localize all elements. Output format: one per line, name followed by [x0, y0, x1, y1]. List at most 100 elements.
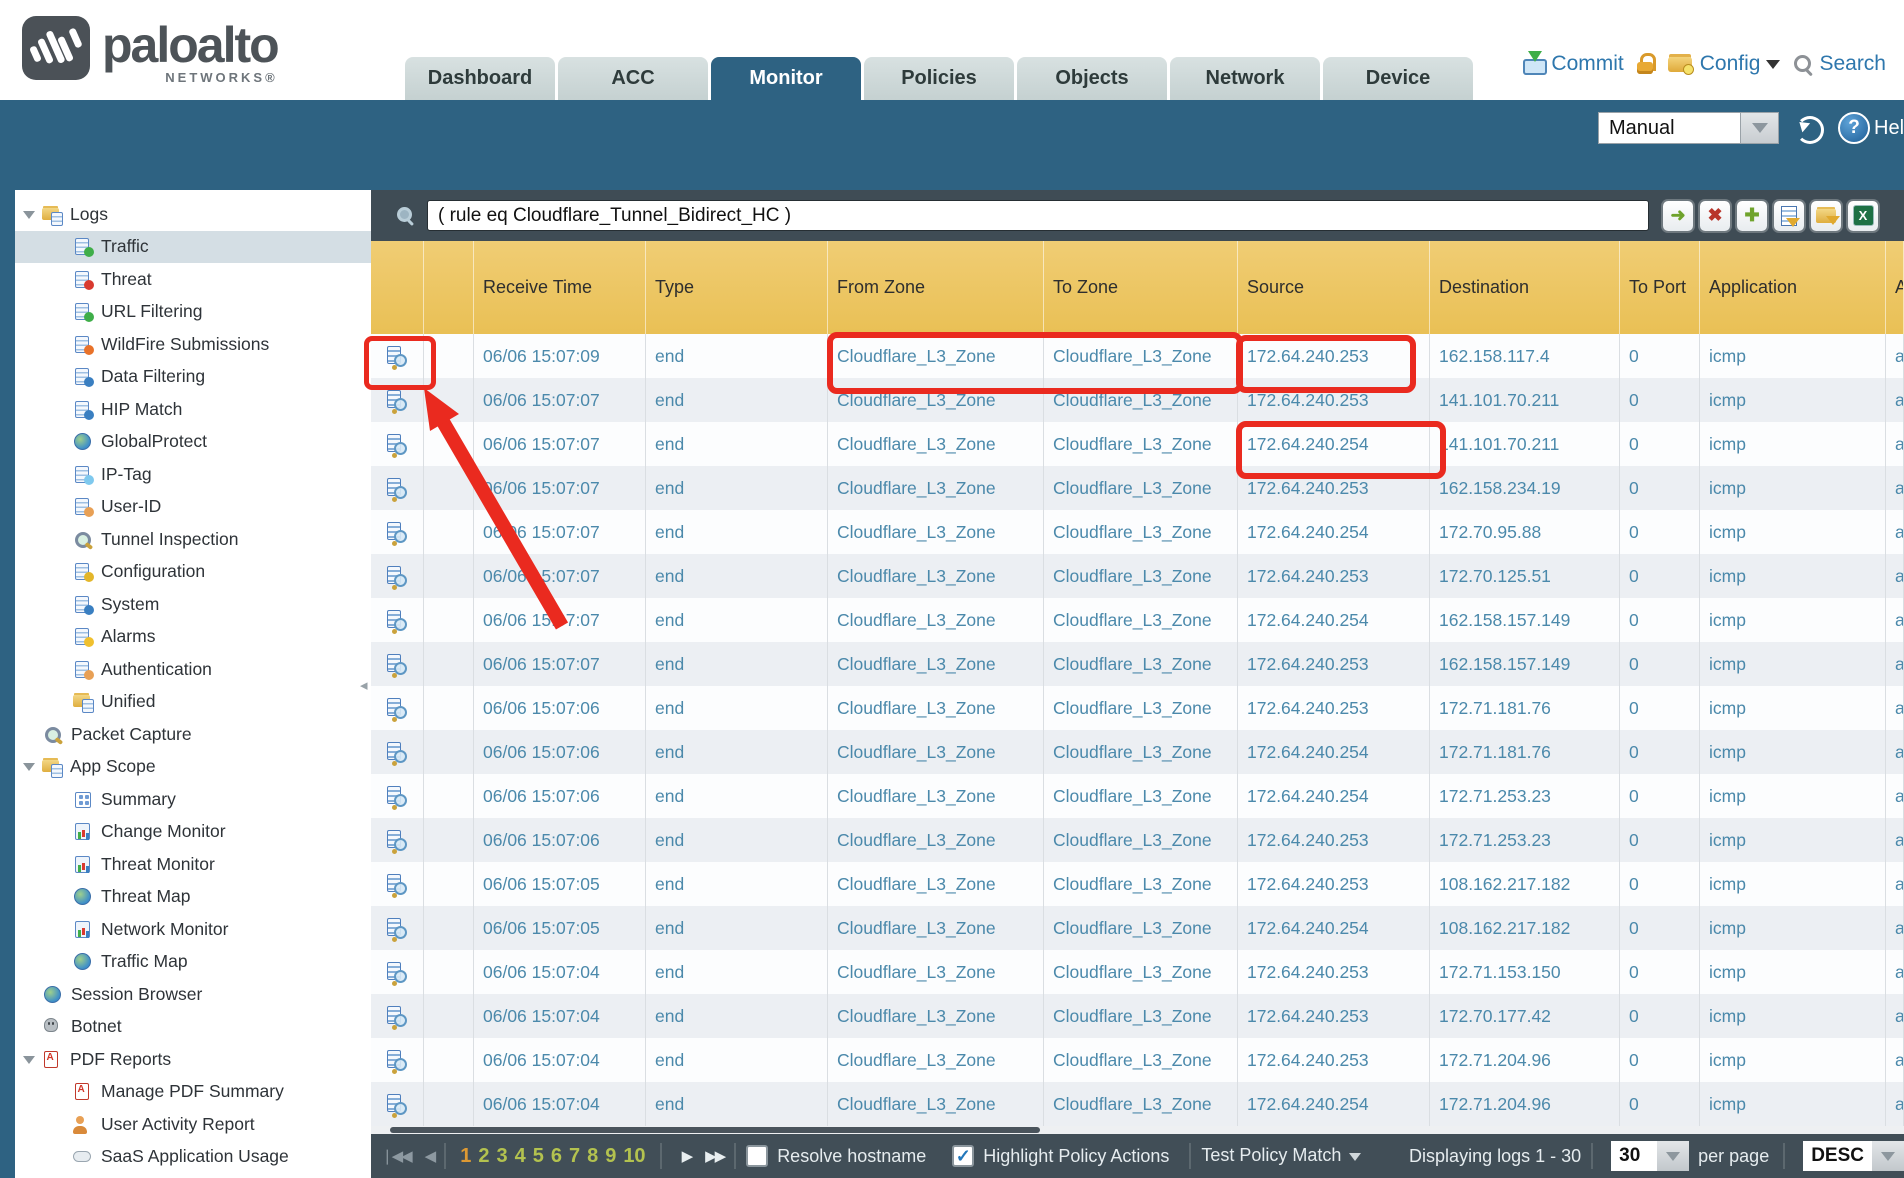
cell-time[interactable]: 06/06 15:07:04	[474, 950, 646, 994]
cell-action[interactable]: a	[1886, 598, 1904, 642]
log-detail-magnifier-icon[interactable]	[387, 698, 407, 719]
cell-port[interactable]: 0	[1620, 686, 1700, 730]
cell-type[interactable]: end	[646, 1038, 828, 1082]
cell-dst[interactable]: 172.71.181.76	[1430, 730, 1620, 774]
cell-app[interactable]: icmp	[1700, 686, 1886, 730]
cell-type[interactable]: end	[646, 730, 828, 774]
cell-src[interactable]: 172.64.240.253	[1238, 994, 1430, 1038]
cell-type[interactable]: end	[646, 466, 828, 510]
log-detail-magnifier-icon[interactable]	[387, 610, 407, 631]
sidebar-item-threat[interactable]: Threat	[15, 263, 371, 296]
sidebar-item-packet-capture[interactable]: Packet Capture	[15, 718, 371, 751]
page-number-9[interactable]: 9	[605, 1145, 616, 1168]
cell-dst[interactable]: 172.71.253.23	[1430, 774, 1620, 818]
cell-dst[interactable]: 108.162.217.182	[1430, 862, 1620, 906]
cell-app[interactable]: icmp	[1700, 862, 1886, 906]
cell-src[interactable]: 172.64.240.253	[1238, 334, 1430, 378]
page-number-3[interactable]: 3	[496, 1145, 507, 1168]
log-detail-magnifier-icon[interactable]	[387, 962, 407, 983]
cell-src[interactable]: 172.64.240.254	[1238, 730, 1430, 774]
log-detail-magnifier-icon[interactable]	[387, 1006, 407, 1027]
cell-port[interactable]: 0	[1620, 730, 1700, 774]
tree-expand-caret-icon[interactable]	[23, 1056, 35, 1070]
refresh-interval-dropdown-button[interactable]	[1741, 112, 1779, 144]
sidebar-item-url-filtering[interactable]: URL Filtering	[15, 296, 371, 329]
sidebar-item-alarms[interactable]: Alarms	[15, 621, 371, 654]
cell-type[interactable]: end	[646, 1082, 828, 1126]
log-filter-input[interactable]	[427, 200, 1649, 231]
log-detail-magnifier-icon[interactable]	[387, 742, 407, 763]
log-detail-magnifier-icon[interactable]	[387, 786, 407, 807]
cell-type[interactable]: end	[646, 642, 828, 686]
cell-app[interactable]: icmp	[1700, 994, 1886, 1038]
sidebar-item-threat-monitor[interactable]: Threat Monitor	[15, 848, 371, 881]
cell-from[interactable]: Cloudflare_L3_Zone	[828, 818, 1044, 862]
cell-src[interactable]: 172.64.240.253	[1238, 862, 1430, 906]
cell-time[interactable]: 06/06 15:07:07	[474, 422, 646, 466]
tab-policies[interactable]: Policies	[864, 57, 1014, 100]
log-detail-magnifier-icon[interactable]	[387, 1094, 407, 1115]
cell-to[interactable]: Cloudflare_L3_Zone	[1044, 950, 1238, 994]
cell-app[interactable]: icmp	[1700, 774, 1886, 818]
cell-port[interactable]: 0	[1620, 466, 1700, 510]
sidebar-item-network-monitor[interactable]: Network Monitor	[15, 913, 371, 946]
cell-src[interactable]: 172.64.240.254	[1238, 422, 1430, 466]
page-number-5[interactable]: 5	[533, 1145, 544, 1168]
load-filter-icon[interactable]	[1811, 201, 1841, 231]
cell-port[interactable]: 0	[1620, 862, 1700, 906]
sidebar-item-botnet[interactable]: Botnet	[15, 1011, 371, 1044]
cell-port[interactable]: 0	[1620, 642, 1700, 686]
sidebar-item-globalprotect[interactable]: GlobalProtect	[15, 426, 371, 459]
cell-type[interactable]: end	[646, 818, 828, 862]
column-header-type[interactable]: Type	[646, 241, 828, 334]
commit-button[interactable]: Commit	[1521, 52, 1623, 76]
log-detail-magnifier-icon[interactable]	[387, 522, 407, 543]
tree-expand-caret-icon[interactable]	[23, 211, 35, 225]
cell-app[interactable]: icmp	[1700, 510, 1886, 554]
log-detail-magnifier-icon[interactable]	[387, 434, 407, 455]
cell-from[interactable]: Cloudflare_L3_Zone	[828, 554, 1044, 598]
cell-from[interactable]: Cloudflare_L3_Zone	[828, 378, 1044, 422]
tab-device[interactable]: Device	[1323, 57, 1473, 100]
sidebar-item-user-activity-report[interactable]: User Activity Report	[15, 1108, 371, 1141]
cell-src[interactable]: 172.64.240.253	[1238, 818, 1430, 862]
per-page-select[interactable]: 30	[1611, 1141, 1689, 1171]
cell-src[interactable]: 172.64.240.253	[1238, 554, 1430, 598]
cell-type[interactable]: end	[646, 598, 828, 642]
sidebar-item-threat-map[interactable]: Threat Map	[15, 881, 371, 914]
column-header-application[interactable]: Application	[1700, 241, 1886, 334]
cell-dst[interactable]: 172.71.204.96	[1430, 1082, 1620, 1126]
cell-time[interactable]: 06/06 15:07:07	[474, 510, 646, 554]
cell-from[interactable]: Cloudflare_L3_Zone	[828, 642, 1044, 686]
cell-action[interactable]: a	[1886, 774, 1904, 818]
cell-src[interactable]: 172.64.240.254	[1238, 906, 1430, 950]
column-header-to-port[interactable]: To Port	[1620, 241, 1700, 334]
cell-dst[interactable]: 141.101.70.211	[1430, 378, 1620, 422]
log-detail-magnifier-icon[interactable]	[387, 346, 407, 367]
cell-port[interactable]: 0	[1620, 554, 1700, 598]
cell-port[interactable]: 0	[1620, 1082, 1700, 1126]
cell-action[interactable]: a	[1886, 1082, 1904, 1126]
cell-type[interactable]: end	[646, 510, 828, 554]
cell-time[interactable]: 06/06 15:07:06	[474, 774, 646, 818]
cell-to[interactable]: Cloudflare_L3_Zone	[1044, 378, 1238, 422]
cell-action[interactable]: a	[1886, 378, 1904, 422]
cell-src[interactable]: 172.64.240.254	[1238, 1082, 1430, 1126]
column-header-from-zone[interactable]: From Zone	[828, 241, 1044, 334]
cell-action[interactable]: a	[1886, 950, 1904, 994]
column-header-source[interactable]: Source	[1238, 241, 1430, 334]
log-detail-magnifier-icon[interactable]	[387, 478, 407, 499]
cell-app[interactable]: icmp	[1700, 466, 1886, 510]
cell-app[interactable]: icmp	[1700, 642, 1886, 686]
sidebar-item-logs[interactable]: Logs	[15, 198, 371, 231]
refresh-icon[interactable]	[1796, 116, 1824, 144]
cell-app[interactable]: icmp	[1700, 598, 1886, 642]
cell-from[interactable]: Cloudflare_L3_Zone	[828, 686, 1044, 730]
page-number-8[interactable]: 8	[587, 1145, 598, 1168]
cell-to[interactable]: Cloudflare_L3_Zone	[1044, 1038, 1238, 1082]
cell-from[interactable]: Cloudflare_L3_Zone	[828, 862, 1044, 906]
cell-from[interactable]: Cloudflare_L3_Zone	[828, 950, 1044, 994]
sidebar-item-data-filtering[interactable]: Data Filtering	[15, 361, 371, 394]
prev-page-button[interactable]: ◀	[425, 1147, 435, 1165]
tab-monitor[interactable]: Monitor	[711, 57, 861, 100]
